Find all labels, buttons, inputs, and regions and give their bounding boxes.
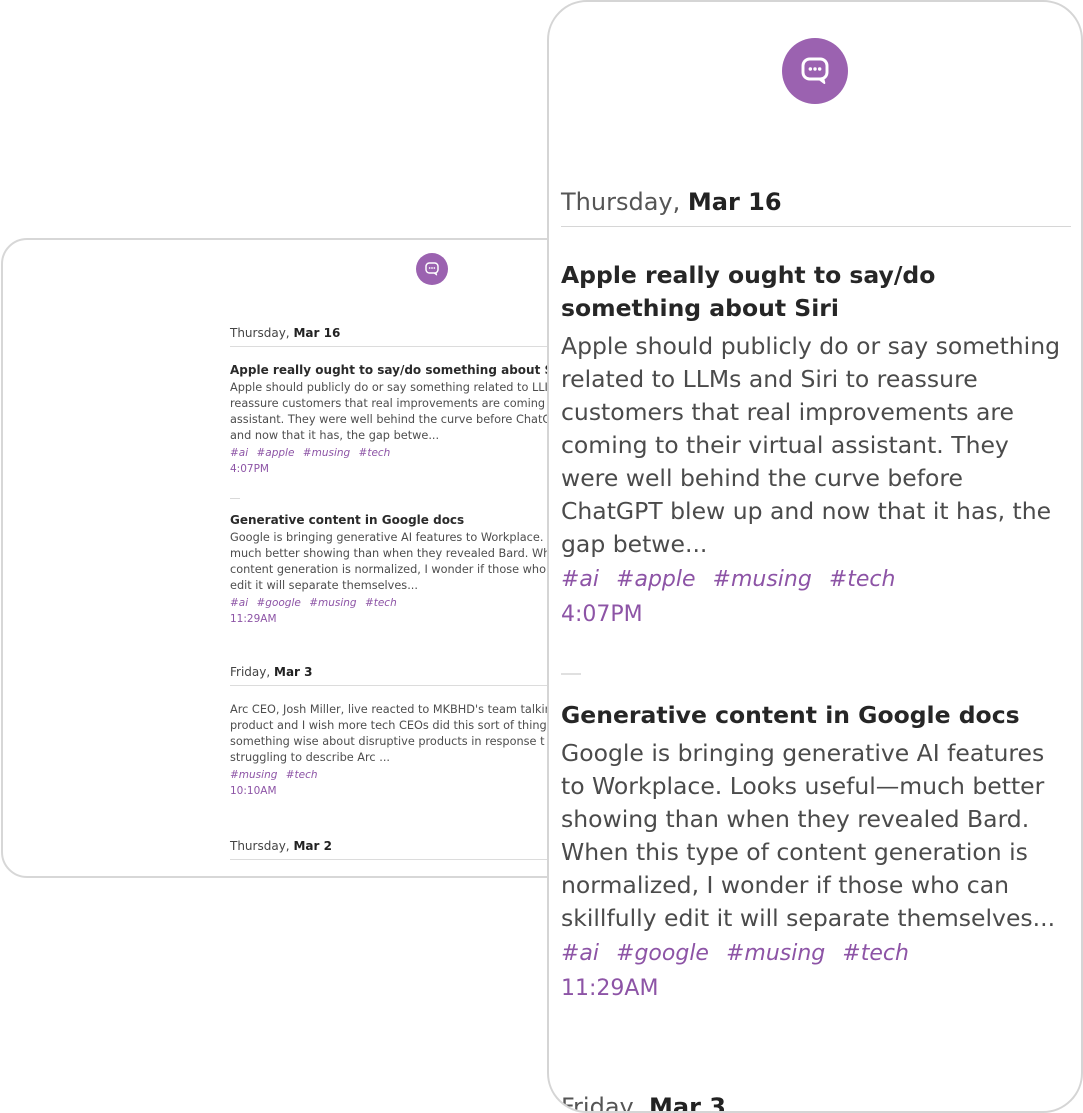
day-date: Mar 16 <box>687 188 782 216</box>
post-divider <box>561 673 581 675</box>
tag-link[interactable]: #musing <box>303 447 350 459</box>
day-weekday: Thursday, <box>561 188 681 216</box>
tag-link[interactable]: #tech <box>365 597 397 609</box>
day-date: Mar 3 <box>274 665 313 679</box>
tag-link[interactable]: #tech <box>359 447 391 459</box>
day-header: Friday, Mar 3 <box>561 1093 1071 1113</box>
post-time[interactable]: 4:07PM <box>561 602 1071 627</box>
day-date: Mar 16 <box>293 326 341 340</box>
post-tags: #ai #apple #musing #tech <box>561 567 1071 592</box>
tag-link[interactable]: #google <box>257 597 301 609</box>
day-date: Mar 3 <box>649 1093 726 1113</box>
post-title[interactable]: Apple really ought to say/do something a… <box>561 259 1071 325</box>
tag-link[interactable]: #musing <box>713 567 812 592</box>
post-time[interactable]: 11:29AM <box>561 976 1071 1001</box>
day-weekday: Friday, <box>230 665 271 679</box>
day-weekday: Thursday, <box>230 839 290 853</box>
tag-link[interactable]: #ai <box>230 447 248 459</box>
tag-link[interactable]: #musing <box>726 941 825 966</box>
app-logo[interactable] <box>782 38 848 104</box>
day-date: Mar 2 <box>293 839 332 853</box>
tag-link[interactable]: #ai <box>561 941 599 966</box>
tag-link[interactable]: #tech <box>829 567 896 592</box>
post-tags: #ai #google #musing #tech <box>561 941 1071 966</box>
day-weekday: Thursday, <box>230 326 290 340</box>
post-item[interactable]: Generative content in Google docs Google… <box>561 699 1071 1001</box>
chat-bubble-icon <box>425 262 439 276</box>
tag-link[interactable]: #apple <box>616 567 696 592</box>
post-title[interactable]: Generative content in Google docs <box>561 699 1071 732</box>
tag-link[interactable]: #tech <box>842 941 909 966</box>
tag-link[interactable]: #apple <box>257 447 295 459</box>
chat-bubble-icon <box>801 57 829 84</box>
tag-link[interactable]: #ai <box>230 597 248 609</box>
tag-link[interactable]: #musing <box>309 597 356 609</box>
post-excerpt: Apple should publicly do or say somethin… <box>561 332 1061 558</box>
post-feed: Thursday, Mar 16 Apple really ought to s… <box>561 188 1071 1113</box>
app-logo[interactable] <box>416 253 448 285</box>
tag-link[interactable]: #ai <box>561 567 599 592</box>
tag-link[interactable]: #musing <box>230 769 277 781</box>
post-divider <box>230 498 240 499</box>
day-header: Thursday, Mar 16 <box>561 188 1071 227</box>
post-item[interactable]: Apple really ought to say/do something a… <box>561 259 1071 627</box>
post-excerpt: Google is bringing generative AI feature… <box>561 739 1056 932</box>
tag-link[interactable]: #google <box>616 941 709 966</box>
day-weekday: Friday, <box>561 1093 642 1113</box>
tag-link[interactable]: #tech <box>286 769 318 781</box>
tablet-preview-card: Thursday, Mar 16 Apple really ought to s… <box>1 238 621 878</box>
phone-preview-card: Thursday, Mar 16 Apple really ought to s… <box>547 0 1083 1113</box>
